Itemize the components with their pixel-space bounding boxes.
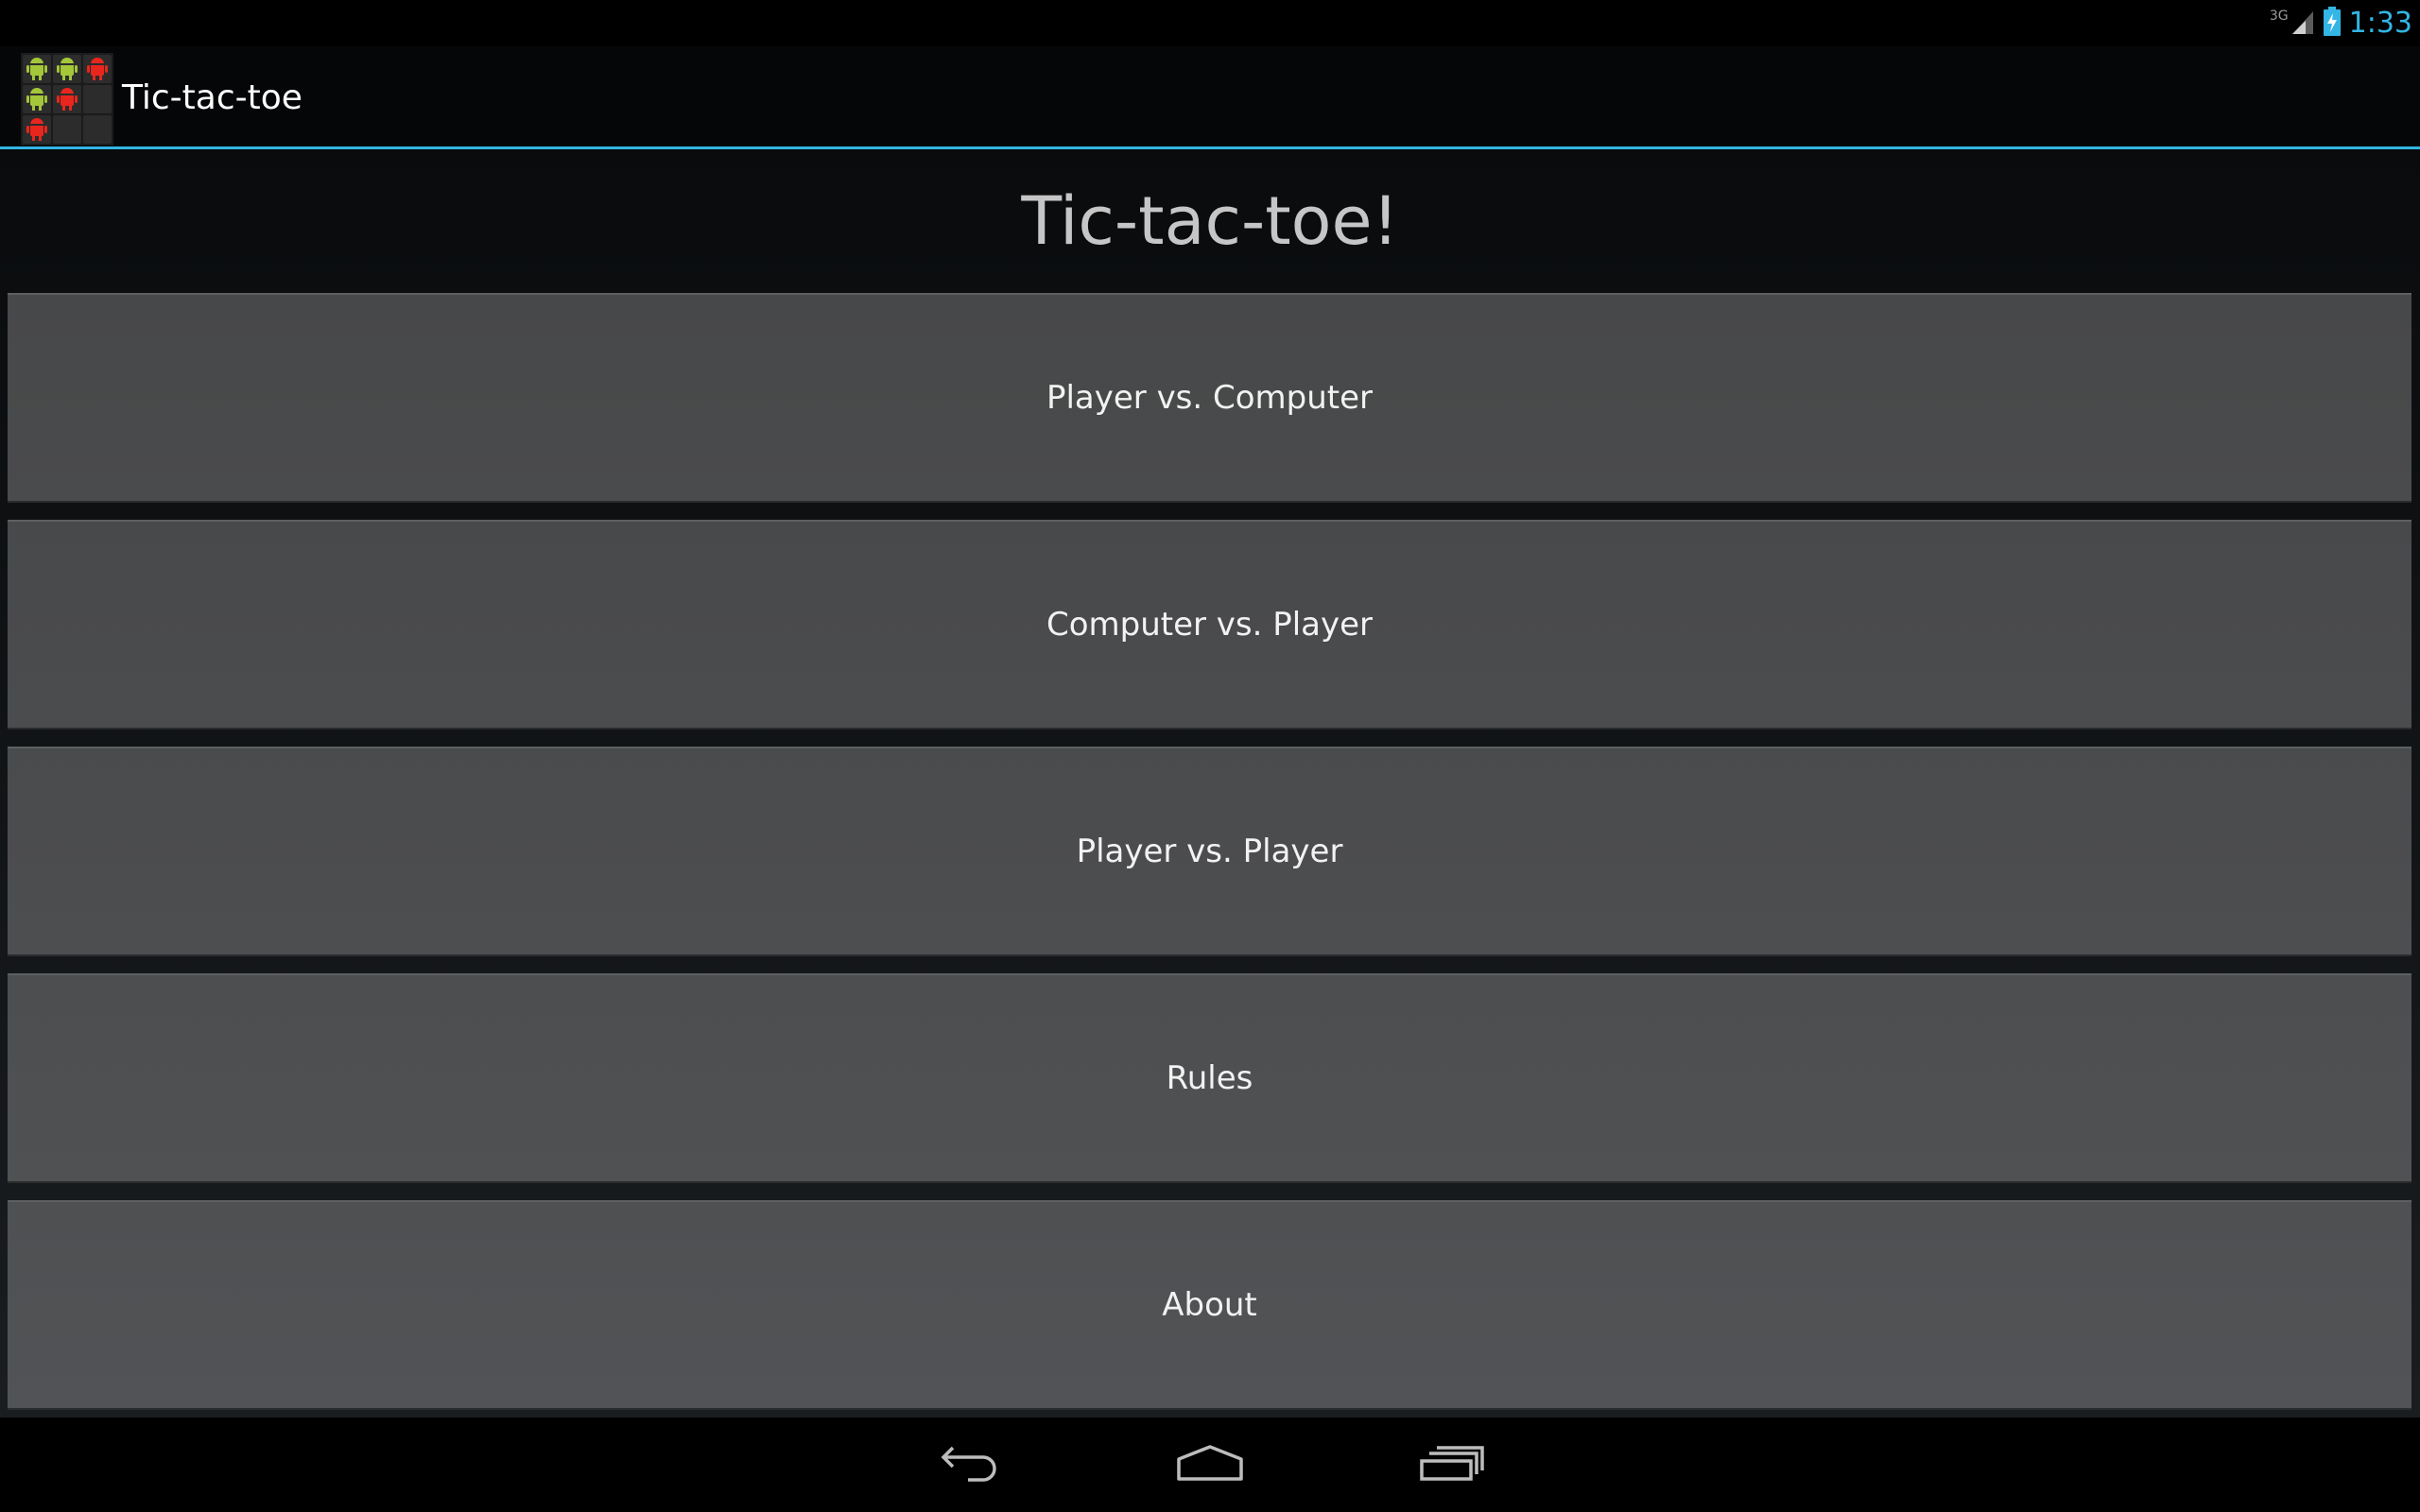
back-icon <box>934 1444 1002 1486</box>
app-title: Tic-tac-toe <box>122 78 302 117</box>
page-title: Tic-tac-toe! <box>1021 182 1399 260</box>
android-green-icon <box>23 55 51 83</box>
screen: 3G 1:33 Tic-tac-toe Tic-tac-toe! Player … <box>0 0 2420 1512</box>
about-button[interactable]: About <box>8 1200 2411 1410</box>
computer-vs-player-button[interactable]: Computer vs. Player <box>8 520 2411 730</box>
back-button[interactable] <box>911 1418 1025 1512</box>
android-red-icon <box>83 55 112 83</box>
home-button[interactable] <box>1153 1418 1267 1512</box>
empty-cell <box>83 85 112 113</box>
signal-icon <box>2290 8 2315 40</box>
recent-apps-button[interactable] <box>1395 1418 1509 1512</box>
player-vs-player-button[interactable]: Player vs. Player <box>8 747 2411 956</box>
recent-apps-icon <box>1418 1444 1486 1486</box>
home-icon <box>1175 1444 1245 1486</box>
navigation-bar <box>0 1418 2420 1512</box>
android-green-icon <box>23 85 51 113</box>
action-bar: Tic-tac-toe <box>0 46 2420 149</box>
player-vs-computer-button[interactable]: Player vs. Computer <box>8 293 2411 503</box>
network-type-label: 3G <box>2269 8 2289 24</box>
status-bar: 3G 1:33 <box>0 0 2420 46</box>
tic-tac-toe-grid-icon[interactable] <box>21 53 113 146</box>
battery-charging-icon <box>2323 6 2342 41</box>
android-green-icon <box>53 55 81 83</box>
android-red-icon <box>23 115 51 144</box>
empty-cell <box>83 115 112 144</box>
rules-button[interactable]: Rules <box>8 973 2411 1183</box>
clock: 1:33 <box>2348 7 2412 40</box>
android-red-icon <box>53 85 81 113</box>
main-content: Tic-tac-toe! Player vs. Computer Compute… <box>0 149 2420 1418</box>
status-icons: 3G 1:33 <box>2270 0 2412 46</box>
empty-cell <box>53 115 81 144</box>
